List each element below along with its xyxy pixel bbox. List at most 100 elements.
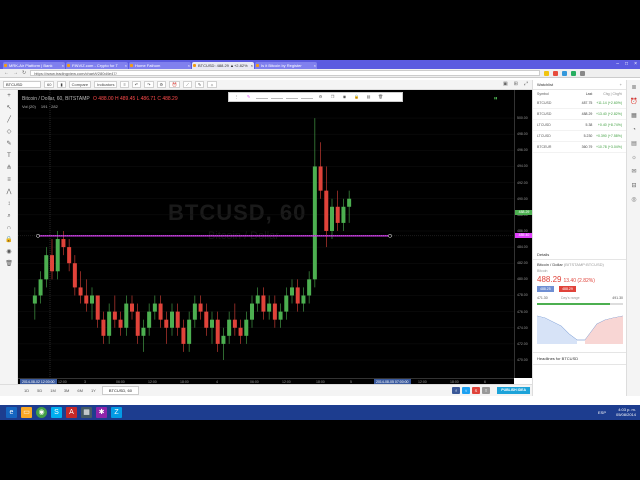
data-window-icon[interactable]: ▦: [630, 112, 638, 120]
cursor-icon[interactable]: ↖: [5, 104, 13, 112]
pen-icon[interactable]: ✎: [5, 140, 13, 148]
ie-icon[interactable]: e: [6, 407, 17, 418]
notification-icon[interactable]: ◎: [630, 196, 638, 204]
layers-icon[interactable]: ▤: [364, 94, 373, 100]
add-symbol-icon[interactable]: +: [620, 80, 622, 90]
snapshot-icon[interactable]: ▣: [503, 81, 508, 87]
twitter-icon[interactable]: t: [462, 387, 470, 394]
price-chart[interactable]: BTCUSD, 60 Bitcoin / Dollar Bitcoin / Do…: [18, 90, 514, 378]
browser-tab[interactable]: MRK-Air Platform | Bank ×: [3, 62, 65, 69]
watchlist-row[interactable]: BTCUSD 488.29 +13.40 (+2.82%): [533, 109, 626, 120]
line-color-icon[interactable]: ✎: [244, 94, 253, 100]
chart-tab[interactable]: BTCUSD, 60: [101, 386, 139, 395]
watchlist-icon[interactable]: ≣: [630, 84, 638, 92]
back-icon[interactable]: ←: [4, 70, 9, 76]
minimize-icon[interactable]: –: [616, 60, 619, 68]
line-ends-icon[interactable]: [301, 96, 313, 99]
skype-icon[interactable]: S: [51, 407, 62, 418]
range-1m[interactable]: 1M: [48, 387, 58, 394]
text-icon[interactable]: T: [5, 152, 13, 160]
magnet-icon[interactable]: ∩: [5, 224, 13, 232]
browser-tab[interactable]: Is it Bitcoin by Register ×: [255, 62, 317, 69]
layout-icon[interactable]: ⊞: [514, 81, 518, 87]
properties-icon[interactable]: ⚙: [316, 94, 325, 100]
window-close-icon[interactable]: ×: [634, 60, 637, 68]
app-z-icon[interactable]: Z: [111, 407, 122, 418]
col-change[interactable]: Chg | Chg%: [592, 92, 622, 96]
browser-tab[interactable]: FINVIZ.com - Crypto for T ×: [66, 62, 128, 69]
redo-icon[interactable]: ↷: [144, 81, 154, 88]
pitchfork-icon[interactable]: ⋔: [5, 164, 13, 172]
alerts-icon[interactable]: ⏰: [630, 98, 638, 106]
alert-icon[interactable]: ⏰: [169, 81, 181, 88]
trend-line-icon[interactable]: ╱: [5, 116, 13, 124]
watchlist-row[interactable]: BTCEUR 360.79 +10.78 (+3.04%): [533, 142, 626, 153]
ideas-stream-icon[interactable]: ☼: [630, 154, 638, 162]
system-clock[interactable]: 4:03 p. m. 05/08/2014: [616, 407, 636, 417]
line-style-icon[interactable]: [271, 96, 283, 99]
browser-tab[interactable]: Home Fathom ×: [129, 62, 191, 69]
brush-icon[interactable]: ✎: [194, 81, 205, 88]
close-icon[interactable]: ×: [251, 62, 253, 69]
close-icon[interactable]: ×: [188, 62, 190, 69]
lock-icon[interactable]: 🔒: [352, 94, 361, 100]
symbol-search-input[interactable]: BTCUSD: [3, 81, 41, 88]
extend-line-icon[interactable]: [286, 96, 298, 99]
line-width-icon[interactable]: [256, 96, 268, 99]
calculator-icon[interactable]: ▦: [81, 407, 92, 418]
measure-icon[interactable]: ↕: [5, 200, 13, 208]
trash-icon[interactable]: 🗑: [5, 260, 13, 268]
template-icon[interactable]: ≡: [120, 81, 129, 88]
interval-select[interactable]: 60: [44, 81, 55, 88]
eye-icon[interactable]: ◉: [5, 248, 13, 256]
extension-icon[interactable]: [553, 70, 559, 76]
watchlist-row[interactable]: LTCUSD 5.230 +0.390 (+7.58%): [533, 131, 626, 142]
facebook-icon[interactable]: f: [452, 387, 460, 394]
bulb-icon[interactable]: ☼: [207, 81, 217, 88]
bar-style-icon[interactable]: ▮: [57, 81, 66, 88]
acrobat-icon[interactable]: A: [66, 407, 77, 418]
crosshair-icon[interactable]: +: [5, 92, 13, 100]
extension-icon[interactable]: [562, 70, 568, 76]
chrome-icon[interactable]: ◉: [36, 407, 47, 418]
pattern-icon[interactable]: ⋀: [5, 188, 13, 196]
col-symbol[interactable]: Symbol: [537, 92, 571, 96]
headlines-header[interactable]: Headlines for BTCUSD: [533, 352, 627, 365]
indicators-button[interactable]: Indicators: [94, 81, 118, 88]
close-icon[interactable]: ×: [125, 62, 127, 69]
drag-handle-icon[interactable]: ⋮: [232, 94, 241, 100]
reload-icon[interactable]: ↻: [22, 70, 26, 76]
watchlist-row[interactable]: BTCUSD 487.75 +11.14 (+2.60%): [533, 98, 626, 109]
range-6m[interactable]: 6M: [75, 387, 85, 394]
range-1d[interactable]: 1D: [22, 387, 31, 394]
maximize-icon[interactable]: □: [625, 60, 628, 68]
shapes-icon[interactable]: ◇: [5, 128, 13, 136]
bookmark-star-icon[interactable]: [544, 70, 550, 76]
compare-button[interactable]: Compare: [68, 81, 92, 88]
zoom-icon[interactable]: ⌕: [5, 212, 13, 220]
ruler-icon[interactable]: ⟋: [183, 81, 192, 88]
fullscreen-icon[interactable]: ⤢: [524, 81, 528, 87]
settings-gear-icon[interactable]: ⚙: [156, 81, 167, 88]
screener-icon[interactable]: ⊟: [630, 182, 638, 190]
browser-tab-active[interactable]: BTCUSD: 488.29 ▲+2.82% ×: [192, 62, 254, 69]
file-explorer-icon[interactable]: ▭: [21, 407, 32, 418]
share-icon[interactable]: ⇪: [482, 387, 490, 394]
app-icon[interactable]: ✱: [96, 407, 107, 418]
watchlist-row[interactable]: LTCUSD 5.38 +0.40 (+8.74%): [533, 120, 626, 131]
extension-icon[interactable]: [571, 70, 577, 76]
range-3m[interactable]: 3M: [62, 387, 72, 394]
stocktwits-icon[interactable]: S: [472, 387, 480, 394]
range-1y[interactable]: 1Y: [89, 387, 98, 394]
visibility-icon[interactable]: ◉: [340, 94, 349, 100]
close-icon[interactable]: ×: [314, 62, 316, 69]
publish-idea-button[interactable]: PUBLISH IDEA: [497, 387, 530, 394]
col-last[interactable]: Last: [571, 92, 593, 96]
fib-icon[interactable]: ≡: [5, 176, 13, 184]
menu-icon[interactable]: [580, 70, 586, 76]
forward-icon[interactable]: →: [13, 70, 18, 76]
url-input[interactable]: https://www.tradingview.com/chart/t/280d…: [30, 70, 541, 76]
language-indicator[interactable]: ESP: [598, 410, 606, 415]
price-axis[interactable]: 500.00 498.00 496.00 494.00 492.00 490.00 488.…: [514, 90, 533, 378]
undo-icon[interactable]: ↶: [131, 81, 142, 88]
